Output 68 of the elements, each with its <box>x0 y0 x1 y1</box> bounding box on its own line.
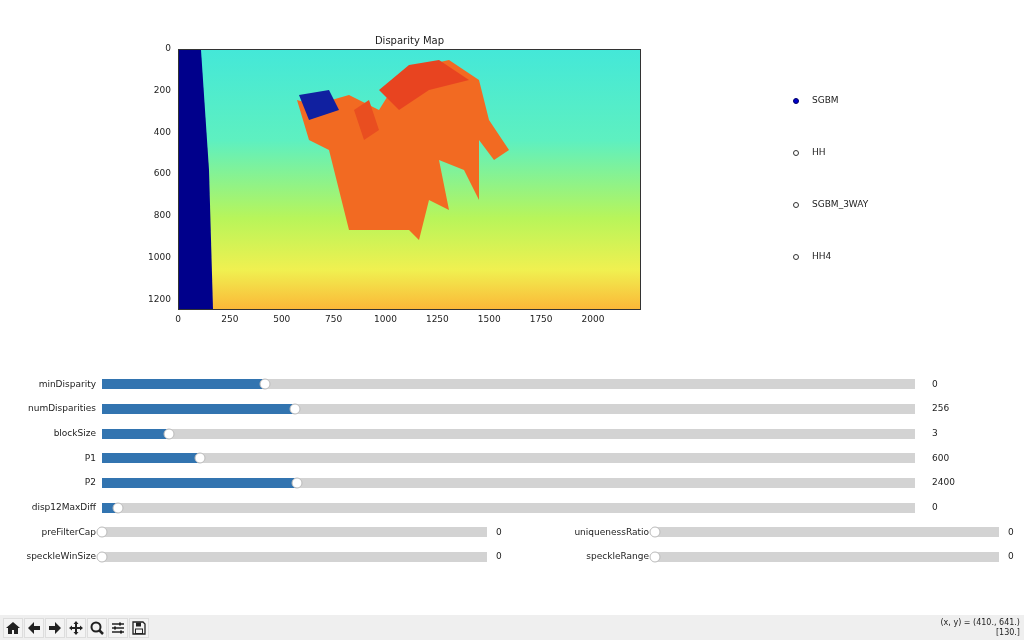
slider-value: 600 <box>931 451 951 465</box>
toolbar-button[interactable] <box>24 617 44 638</box>
slider-handle[interactable] <box>96 551 108 563</box>
slider-value: 0 <box>931 501 939 515</box>
y-tick-label: 0 <box>165 42 171 56</box>
cursor-readout: [130.] <box>994 627 1020 638</box>
slider-label: disp12MaxDiff <box>30 501 96 515</box>
slider-label: blockSize <box>52 426 96 440</box>
slider-label: minDisparity <box>37 377 96 391</box>
radio-button[interactable] <box>793 149 799 156</box>
slider-handle[interactable] <box>290 403 301 415</box>
slider-label: P2 <box>83 476 96 490</box>
x-tick-label: 2000 <box>581 313 605 326</box>
radio-label: SGBM_3WAY <box>812 197 869 211</box>
slider-value: 0 <box>495 550 503 564</box>
y-tick-label: 800 <box>153 209 171 223</box>
slider-label: speckleRange <box>585 550 649 564</box>
radio-button[interactable] <box>793 201 799 208</box>
toolbar-button[interactable] <box>3 617 23 638</box>
y-tick-label: 200 <box>153 84 171 97</box>
x-tick-label: 250 <box>221 313 239 326</box>
y-tick-label: 400 <box>153 125 171 139</box>
slider-label: speckleWinSize <box>25 550 96 564</box>
plot-title: Disparity Map <box>373 34 446 48</box>
slider-handle[interactable] <box>649 551 661 563</box>
toolbar-button[interactable] <box>87 617 107 638</box>
radio-label: HH <box>812 145 826 159</box>
slider-handle[interactable] <box>112 502 124 514</box>
home-icon <box>5 619 21 636</box>
slider-label: P1 <box>83 451 96 465</box>
slider-handle[interactable] <box>163 428 175 440</box>
x-tick-label: 0 <box>175 313 181 326</box>
slider-label: numDisparities <box>27 402 96 416</box>
radio-button[interactable] <box>793 253 799 260</box>
slider-value: 256 <box>931 402 951 416</box>
forward-arrow-icon <box>47 619 63 636</box>
search-icon <box>89 619 105 636</box>
slider-handle[interactable] <box>96 526 108 538</box>
toolbar-button[interactable] <box>108 617 128 638</box>
slider-label: uniquenessRatio <box>573 525 649 539</box>
slider-value: 0 <box>1007 525 1015 539</box>
cursor-readout: (x, y) = (410., 641.) <box>940 617 1020 628</box>
x-tick-label: 1750 <box>529 313 553 326</box>
slider-handle[interactable] <box>194 452 206 464</box>
toolbar-button[interactable] <box>66 617 86 638</box>
slider-value: 0 <box>931 377 939 391</box>
toolbar-button[interactable] <box>45 617 65 638</box>
radio-label: HH4 <box>812 249 832 263</box>
x-tick-label: 1500 <box>477 313 501 326</box>
x-tick-label: 500 <box>273 313 291 326</box>
slider-value: 0 <box>495 525 503 539</box>
radio-button[interactable] <box>793 97 799 104</box>
slider-value: 0 <box>1007 550 1015 564</box>
x-tick-label: 1250 <box>425 313 449 326</box>
slider-label: preFilterCap <box>40 525 96 539</box>
y-tick-label: 1000 <box>148 251 171 265</box>
slider-handle[interactable] <box>291 477 303 489</box>
move-icon <box>68 619 84 636</box>
y-tick-label: 600 <box>153 167 171 181</box>
toolbar-button[interactable] <box>129 617 149 638</box>
radio-label: SGBM <box>812 93 839 107</box>
slider-value: 3 <box>931 426 939 440</box>
slider-handle[interactable] <box>649 526 661 538</box>
y-tick-label: 1200 <box>148 292 171 306</box>
slider-value: 2400 <box>931 476 956 490</box>
x-tick-label: 750 <box>325 313 343 326</box>
x-tick-label: 1000 <box>374 313 397 326</box>
slider-handle[interactable] <box>259 378 271 390</box>
